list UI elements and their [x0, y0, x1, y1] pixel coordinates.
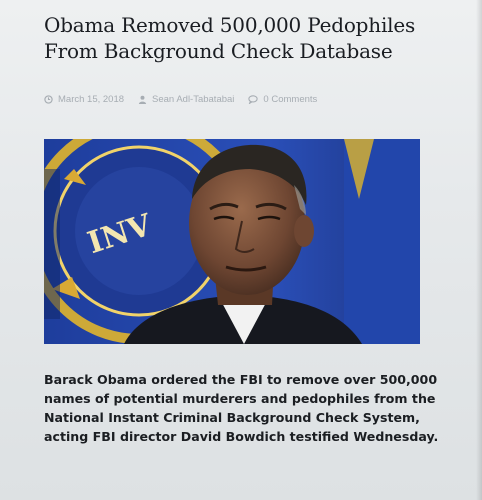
meta-date-text: March 15, 2018	[58, 94, 125, 105]
monitor-edge	[476, 0, 482, 500]
portrait-illustration: INV	[44, 139, 420, 344]
meta-comments[interactable]: 0 Comments	[248, 94, 317, 105]
article-hero-image[interactable]: INV	[44, 139, 420, 344]
speech-bubble-icon	[248, 95, 259, 104]
meta-comments-text: 0 Comments	[263, 94, 318, 105]
meta-author-text: Sean Adl-Tabatabai	[152, 94, 235, 105]
meta-author[interactable]: Sean Adl-Tabatabai	[138, 94, 234, 105]
article-meta: March 15, 2018 Sean Adl-Tabatabai 0 Comm…	[44, 94, 331, 105]
meta-date[interactable]: March 15, 2018	[44, 94, 124, 105]
clock-icon	[44, 95, 53, 104]
article-headline[interactable]: Obama Removed 500,000 Pedophiles From Ba…	[44, 12, 444, 64]
person-icon	[138, 95, 147, 104]
article-body: Barack Obama ordered the FBI to remove o…	[44, 372, 439, 444]
